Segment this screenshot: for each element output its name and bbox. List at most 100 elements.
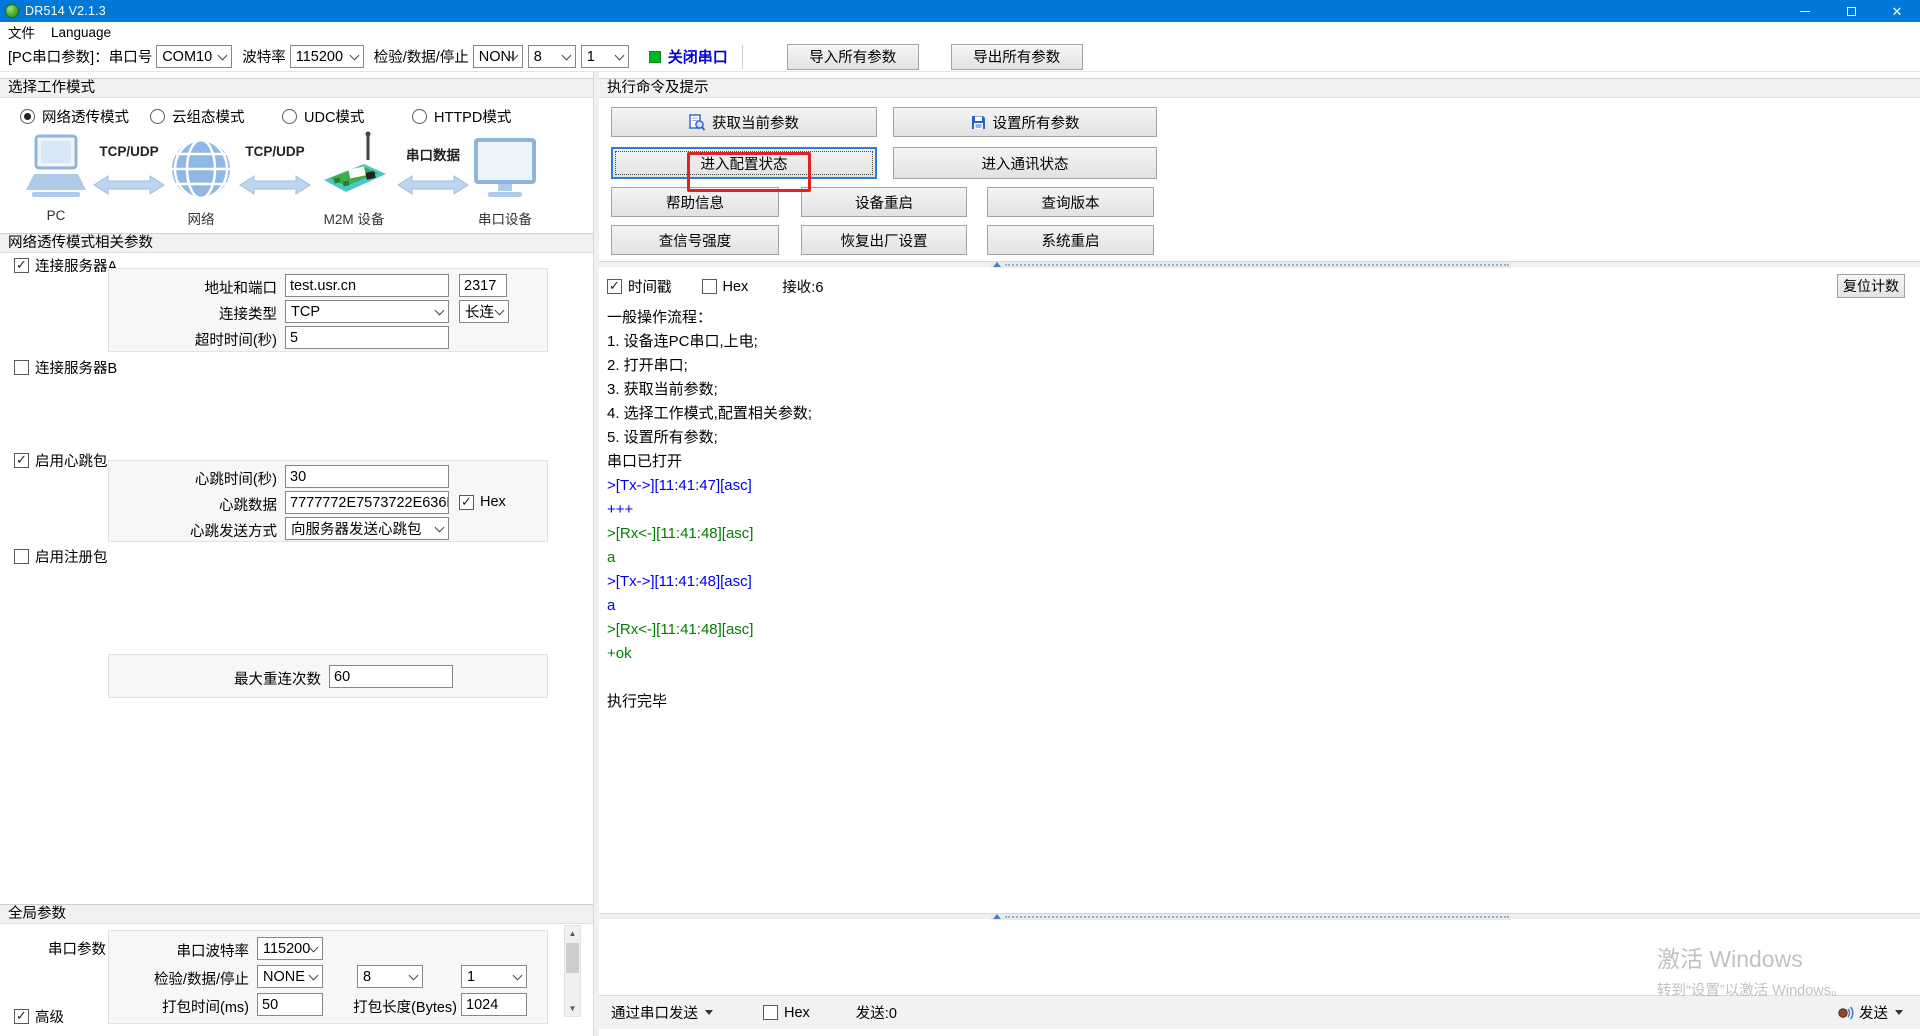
menu-language[interactable]: Language bbox=[43, 22, 119, 42]
heartbeat-time-input[interactable]: 30 bbox=[285, 465, 449, 488]
system-reboot-button[interactable]: 系统重启 bbox=[987, 225, 1154, 255]
conn-type-select[interactable]: TCP bbox=[285, 300, 449, 323]
log-line: >[Rx<-][11:41:48][asc] bbox=[607, 618, 1912, 642]
toolbar-separator bbox=[742, 45, 743, 69]
global-databits-select[interactable]: 8 bbox=[357, 965, 423, 988]
packlen-label: 打包长度(Bytes) bbox=[347, 996, 457, 1017]
advanced-checkbox[interactable]: 高级 bbox=[14, 1006, 64, 1027]
checkbox-icon bbox=[14, 360, 29, 375]
timeout-input[interactable]: 5 bbox=[285, 326, 449, 349]
chevron-down-icon bbox=[495, 305, 505, 315]
radio-httpd-mode[interactable]: HTTPD模式 bbox=[412, 106, 511, 127]
settings-panel: 选择工作模式 网络透传模式 云组态模式 UDC模式 HTTPD模式 bbox=[0, 72, 594, 1036]
parity-select[interactable]: NONI bbox=[473, 45, 523, 68]
minimize-button[interactable] bbox=[1782, 0, 1828, 22]
splitter-collapse-handle[interactable] bbox=[991, 914, 1511, 920]
reconnect-label: 最大重连次数 bbox=[109, 668, 321, 689]
global-stopbits-select[interactable]: 1 bbox=[461, 965, 527, 988]
global-baud-select[interactable]: 115200 bbox=[257, 937, 323, 960]
packtime-input[interactable]: 50 bbox=[257, 993, 323, 1016]
conn-mode-select[interactable]: 长连 bbox=[459, 300, 509, 323]
set-params-button[interactable]: 设置所有参数 bbox=[893, 107, 1157, 137]
log-splitter-top[interactable] bbox=[599, 261, 1920, 268]
search-doc-icon bbox=[689, 114, 705, 131]
device-reboot-button[interactable]: 设备重启 bbox=[801, 187, 967, 217]
checkbox-icon bbox=[459, 495, 474, 510]
chevron-down-icon bbox=[409, 970, 419, 980]
maximize-button[interactable] bbox=[1828, 0, 1874, 22]
splitter-collapse-handle[interactable] bbox=[991, 262, 1511, 268]
com-port-select[interactable]: COM10 bbox=[156, 45, 232, 68]
heartbeat-data-input[interactable]: 7777772E7573722E636E bbox=[285, 491, 449, 514]
menu-bar: 文件 Language bbox=[0, 22, 1920, 42]
scroll-up-icon[interactable]: ▲ bbox=[565, 926, 580, 941]
server-port-input[interactable]: 2317 bbox=[459, 274, 507, 297]
enter-config-button[interactable]: 进入配置状态 bbox=[611, 147, 877, 179]
log-hex-checkbox[interactable]: Hex bbox=[702, 279, 749, 295]
reset-count-button[interactable]: 复位计数 bbox=[1837, 274, 1905, 298]
checkbox-icon bbox=[14, 1009, 29, 1024]
stopbits-select[interactable]: 1 bbox=[581, 45, 629, 68]
log-line: 4. 选择工作模式,配置相关参数; bbox=[607, 402, 1912, 426]
log-output[interactable]: 一般操作流程：1. 设备连PC串口,上电;2. 打开串口;3. 获取当前参数;4… bbox=[599, 300, 1920, 913]
help-button[interactable]: 帮助信息 bbox=[611, 187, 779, 217]
register-enable-checkbox[interactable]: 启用注册包 bbox=[14, 546, 108, 567]
heartbeat-mode-select[interactable]: 向服务器发送心跳包 bbox=[285, 517, 449, 540]
menu-file[interactable]: 文件 bbox=[0, 22, 43, 42]
packlen-input[interactable]: 1024 bbox=[461, 993, 527, 1016]
send-via-serial-label: 通过串口发送 bbox=[611, 1002, 698, 1023]
global-parity-label: 检验/数据/停止 bbox=[109, 968, 249, 989]
log-line: 1. 设备连PC串口,上电; bbox=[607, 330, 1912, 354]
serial-device-monitor-icon bbox=[474, 138, 536, 207]
heartbeat-panel: 心跳时间(秒) 30 心跳数据 7777772E7573722E636E Hex… bbox=[108, 460, 548, 542]
scroll-down-icon[interactable]: ▼ bbox=[565, 1001, 580, 1016]
log-line: 一般操作流程： bbox=[607, 306, 1912, 330]
m2m-device-icon bbox=[316, 130, 392, 211]
log-splitter-bottom[interactable] bbox=[599, 913, 1920, 920]
import-all-params-button[interactable]: 导入所有参数 bbox=[787, 44, 919, 70]
close-button[interactable]: ✕ bbox=[1874, 0, 1920, 22]
timestamp-label: 时间戳 bbox=[628, 276, 672, 297]
get-params-label: 获取当前参数 bbox=[712, 112, 799, 133]
log-line: 串口已打开 bbox=[607, 450, 1912, 474]
server-a-checkbox[interactable]: 连接服务器A bbox=[14, 255, 117, 276]
scrollbar-thumb[interactable] bbox=[566, 943, 579, 973]
parity-label: 检验/数据/停止 bbox=[374, 46, 469, 67]
radio-net-transparent-mode[interactable]: 网络透传模式 bbox=[20, 106, 129, 127]
baud-select[interactable]: 115200 bbox=[290, 45, 364, 68]
radio-label: 网络透传模式 bbox=[42, 106, 129, 127]
server-b-label: 连接服务器B bbox=[35, 357, 117, 378]
export-all-params-button[interactable]: 导出所有参数 bbox=[951, 44, 1083, 70]
chevron-down-icon bbox=[218, 50, 228, 60]
heartbeat-hex-checkbox[interactable]: Hex bbox=[459, 494, 506, 510]
reconnect-input[interactable]: 60 bbox=[329, 665, 453, 688]
server-address-input[interactable]: test.usr.cn bbox=[285, 274, 449, 297]
send-signal-icon bbox=[1837, 1005, 1854, 1020]
radio-icon bbox=[20, 109, 35, 124]
radio-udc-mode[interactable]: UDC模式 bbox=[282, 106, 364, 127]
conn-type-label: 连接类型 bbox=[109, 303, 277, 324]
log-line: a bbox=[607, 594, 1912, 618]
close-port-button[interactable]: 关闭串口 bbox=[649, 46, 728, 67]
global-parity-select[interactable]: NONE bbox=[257, 965, 323, 988]
send-hex-checkbox[interactable]: Hex bbox=[763, 1005, 810, 1021]
radio-cloud-mode[interactable]: 云组态模式 bbox=[150, 106, 245, 127]
app-icon bbox=[5, 4, 19, 18]
timestamp-checkbox[interactable]: 时间戳 bbox=[607, 276, 672, 297]
enter-config-label: 进入配置状态 bbox=[701, 153, 788, 174]
query-signal-button[interactable]: 查信号强度 bbox=[611, 225, 779, 255]
databits-select[interactable]: 8 bbox=[528, 45, 576, 68]
server-b-checkbox[interactable]: 连接服务器B bbox=[14, 357, 117, 378]
query-version-button[interactable]: 查询版本 bbox=[987, 187, 1154, 217]
send-button[interactable]: 发送 bbox=[1831, 999, 1909, 1026]
send-via-serial-dropdown[interactable]: 通过串口发送 bbox=[605, 999, 719, 1026]
log-line: a bbox=[607, 546, 1912, 570]
factory-reset-button[interactable]: 恢复出厂设置 bbox=[801, 225, 967, 255]
enter-comm-button[interactable]: 进入通讯状态 bbox=[893, 147, 1157, 179]
send-button-label: 发送 bbox=[1859, 1002, 1888, 1023]
serial-port-label: [PC串口参数]：串口号 bbox=[8, 46, 152, 67]
heartbeat-enable-checkbox[interactable]: 启用心跳包 bbox=[14, 450, 108, 471]
get-params-button[interactable]: 获取当前参数 bbox=[611, 107, 877, 137]
pc-laptop-icon bbox=[22, 134, 90, 211]
global-scrollbar[interactable]: ▲ ▼ bbox=[564, 925, 581, 1017]
